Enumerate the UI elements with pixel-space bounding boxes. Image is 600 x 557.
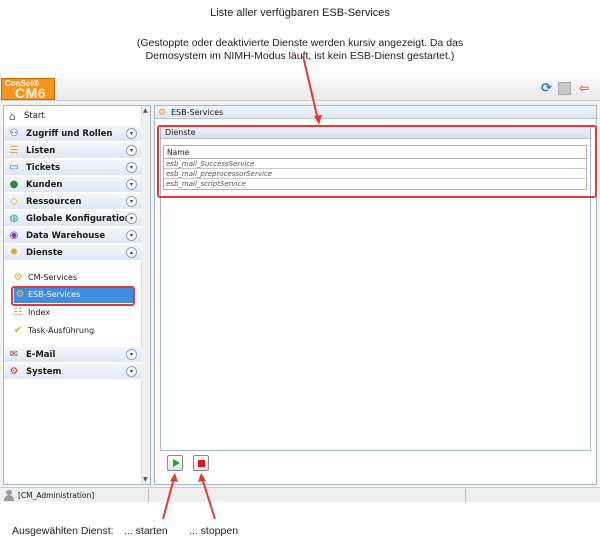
sidebar-category-label: Dienste bbox=[26, 248, 63, 258]
consol-logo: ConSol® CM6 bbox=[1, 78, 55, 101]
sidebar-category-label: Listen bbox=[26, 146, 56, 156]
sidebar-category-tickets[interactable]: ▭ Tickets ▾ bbox=[4, 160, 142, 176]
chevron-down-icon[interactable]: ▾ bbox=[126, 213, 137, 224]
chevron-down-icon[interactable]: ▾ bbox=[126, 145, 137, 156]
chevron-down-icon[interactable]: ▾ bbox=[126, 366, 137, 377]
sidebar-category-globale-konfiguration[interactable]: ◍ Globale Konfiguration ▾ bbox=[4, 211, 142, 227]
globe-icon: ◍ bbox=[9, 213, 19, 224]
main-panel-header: ⚙ ESB-Services bbox=[155, 106, 596, 119]
sidebar-category-label: Globale Konfiguration bbox=[26, 214, 131, 224]
resources-icon: ◇ bbox=[10, 196, 18, 207]
sidebar-category-ressourcen[interactable]: ◇ Ressourcen ▾ bbox=[4, 194, 142, 210]
sidebar-item-index[interactable]: ☷ Index bbox=[4, 305, 142, 321]
sidebar-category-system[interactable]: ⚙ System ▾ bbox=[4, 364, 142, 380]
scroll-up-icon[interactable]: ▲ bbox=[143, 107, 148, 114]
logout-icon[interactable]: ⇦ bbox=[579, 82, 592, 95]
refresh-icon[interactable]: ⟳ bbox=[541, 82, 554, 95]
sidebar-category-label: Data Warehouse bbox=[26, 231, 106, 241]
sidebar-item-start[interactable]: ⌂ Start bbox=[4, 108, 142, 124]
services-icon: ✹ bbox=[9, 247, 19, 258]
sidebar-category-listen[interactable]: ☰ Listen ▾ bbox=[4, 143, 142, 159]
chevron-down-icon[interactable]: ▾ bbox=[126, 230, 137, 241]
sidebar-category-label: Zugriff und Rollen bbox=[26, 129, 113, 139]
sidebar-category-label: Tickets bbox=[26, 163, 61, 173]
sidebar-category-label: System bbox=[26, 367, 62, 377]
sidebar-category-label: Ressourcen bbox=[26, 197, 82, 207]
highlight-selected-item bbox=[11, 286, 135, 306]
customer-icon: ● bbox=[9, 179, 19, 190]
chevron-down-icon[interactable]: ▾ bbox=[126, 196, 137, 207]
sidebar-category-data-warehouse[interactable]: ◉ Data Warehouse ▾ bbox=[4, 228, 142, 244]
play-icon bbox=[173, 459, 180, 467]
mail-icon: ✉ bbox=[9, 349, 19, 360]
window-icon[interactable] bbox=[558, 82, 571, 95]
caption-start: ... starten bbox=[124, 525, 168, 537]
caption-selected-service: Ausgewählten Dienst: bbox=[12, 525, 114, 537]
logo-bottom-text: CM6 bbox=[15, 85, 47, 101]
caption-note: (Gestoppte oder deaktivierte Dienste wer… bbox=[0, 37, 600, 63]
status-separator bbox=[465, 489, 466, 502]
sidebar-item-label: CM-Services bbox=[28, 273, 78, 282]
sidebar-item-label: Index bbox=[28, 308, 51, 317]
stop-icon bbox=[198, 460, 205, 467]
system-icon: ⚙ bbox=[9, 366, 19, 377]
home-icon: ⌂ bbox=[9, 110, 16, 123]
sidebar-category-label: Kunden bbox=[26, 180, 63, 190]
app-toolbar: ConSol® CM6 ⟳ ⇦ bbox=[0, 77, 600, 101]
sidebar-category-label: E-Mail bbox=[26, 350, 56, 360]
status-separator bbox=[148, 489, 149, 502]
sidebar-item-label: Start bbox=[24, 111, 45, 121]
scroll-down-icon[interactable]: ▼ bbox=[143, 476, 148, 483]
gears-icon: ⚙ bbox=[13, 272, 23, 283]
caption-note-line1: (Gestoppte oder deaktivierte Dienste wer… bbox=[136, 37, 464, 49]
caption-stop: ... stoppen bbox=[189, 525, 239, 537]
main-panel-title: ESB-Services bbox=[171, 108, 224, 117]
chevron-down-icon[interactable]: ▾ bbox=[126, 179, 137, 190]
stop-service-button[interactable] bbox=[193, 455, 209, 471]
sidebar-item-cm-services[interactable]: ⚙ CM-Services bbox=[4, 270, 142, 286]
chevron-down-icon[interactable]: ▾ bbox=[126, 162, 137, 173]
warehouse-icon: ◉ bbox=[9, 230, 19, 241]
chevron-down-icon[interactable]: ▾ bbox=[126, 349, 137, 360]
users-icon: ⚇ bbox=[9, 128, 19, 139]
sidebar-scrollbar[interactable]: ▲ ▼ bbox=[141, 106, 150, 484]
ticket-icon: ▭ bbox=[9, 162, 19, 173]
sidebar-category-dienste[interactable]: ✹ Dienste ▴ bbox=[4, 245, 142, 261]
caption-title: Liste aller verfügbaren ESB-Services bbox=[210, 7, 390, 19]
gears-icon: ⚙ bbox=[158, 108, 167, 118]
sidebar-item-label: Task-Ausführung bbox=[28, 326, 95, 335]
status-bar: [CM_Administration] bbox=[0, 487, 600, 502]
caption-note-line2: Demosystem im NIMH-Modus läuft, ist kein… bbox=[145, 50, 455, 62]
sidebar-item-task-ausfuehrung[interactable]: ✔ Task-Ausführung bbox=[4, 323, 142, 339]
start-service-button[interactable] bbox=[167, 455, 183, 471]
user-icon bbox=[4, 490, 14, 501]
chevron-down-icon[interactable]: ▾ bbox=[126, 128, 137, 139]
list-icon: ☰ bbox=[9, 145, 19, 156]
highlight-service-list bbox=[157, 125, 597, 198]
check-icon: ✔ bbox=[13, 325, 23, 336]
index-icon: ☷ bbox=[13, 307, 23, 318]
sidebar-category-email[interactable]: ✉ E-Mail ▾ bbox=[4, 347, 142, 363]
chevron-up-icon[interactable]: ▴ bbox=[126, 247, 137, 258]
sidebar-category-zugriff[interactable]: ⚇ Zugriff und Rollen ▾ bbox=[4, 126, 142, 142]
status-user: [CM_Administration] bbox=[18, 491, 95, 500]
sidebar-category-kunden[interactable]: ● Kunden ▾ bbox=[4, 177, 142, 193]
